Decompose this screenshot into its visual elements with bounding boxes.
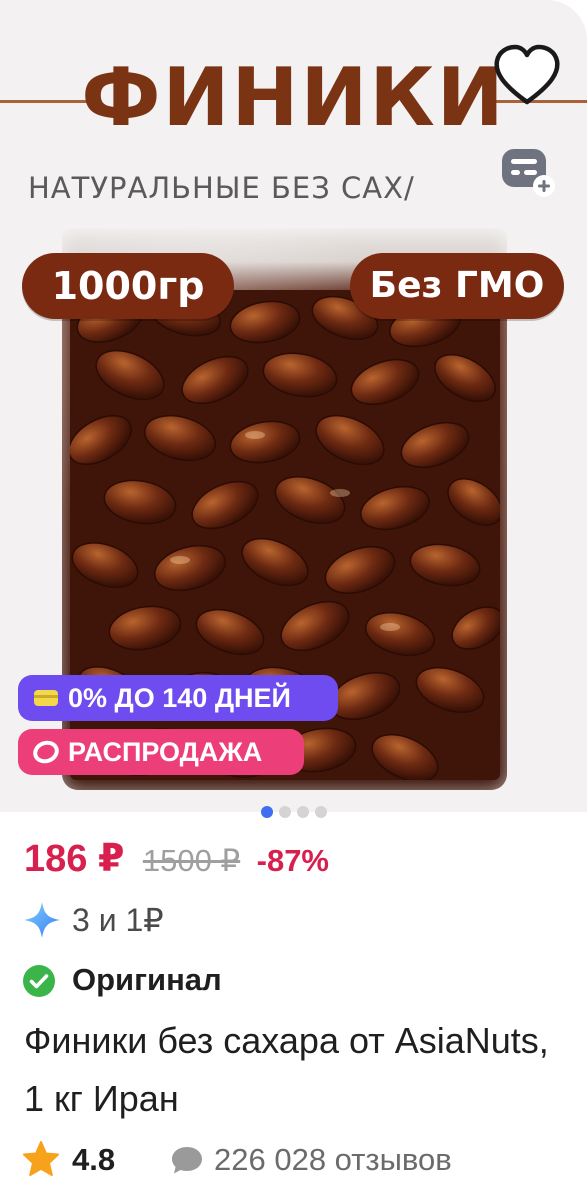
pagination-dot[interactable]	[296, 806, 309, 818]
installment-badge-label: 0% ДО 140 ДНЕЙ	[68, 683, 291, 713]
sale-badge-label: РАСПРОДАЖА	[68, 737, 263, 767]
old-price: 1500 ₽	[142, 843, 241, 878]
product-title[interactable]: Финики без сахара от AsiaNuts, 1 кг Иран	[24, 1012, 564, 1128]
card-icon	[34, 690, 58, 706]
discount-percent: -87%	[256, 843, 329, 878]
pagination-dot[interactable]	[314, 806, 327, 818]
weight-pill: 1000гр	[22, 253, 234, 319]
no-gmo-pill: Без ГМО	[350, 253, 564, 319]
original-row[interactable]: Оригинал	[22, 958, 422, 1002]
star-icon	[23, 1141, 59, 1176]
pagination-dot-active[interactable]	[260, 806, 273, 818]
price-row: 186 ₽ 1500 ₽ -87%	[24, 836, 584, 886]
current-price: 186 ₽	[24, 838, 125, 880]
product-image-gallery[interactable]: ФИНИКИ НАТУРАЛЬНЫЕ БЕЗ САХ/ 1000гр Без Г…	[0, 0, 587, 812]
speech-bubble-icon	[172, 1147, 202, 1174]
bonus-row[interactable]: 3 и 1₽	[22, 898, 422, 942]
sale-badge[interactable]: РАСПРОДАЖА	[18, 729, 304, 775]
rating-value: 4.8	[72, 1142, 116, 1177]
ring-icon	[33, 740, 59, 764]
heart-icon[interactable]	[492, 44, 562, 108]
check-circle-icon	[23, 965, 55, 997]
sparkle-icon	[24, 902, 60, 938]
image-pagination	[0, 803, 587, 821]
list-add-icon[interactable]	[500, 146, 558, 198]
bonus-text: 3 и 1₽	[72, 902, 164, 938]
pagination-dot[interactable]	[278, 806, 291, 818]
banner-subtitle: НАТУРАЛЬНЫЕ БЕЗ САХ/	[28, 171, 415, 205]
original-label: Оригинал	[72, 962, 222, 997]
rating-row[interactable]: 4.8 226 028 отзывов	[22, 1138, 582, 1182]
installment-badge[interactable]: 0% ДО 140 ДНЕЙ	[18, 675, 338, 721]
reviews-count: 226 028 отзывов	[214, 1142, 452, 1177]
product-card[interactable]: ФИНИКИ НАТУРАЛЬНЫЕ БЕЗ САХ/ 1000гр Без Г…	[0, 0, 587, 1196]
